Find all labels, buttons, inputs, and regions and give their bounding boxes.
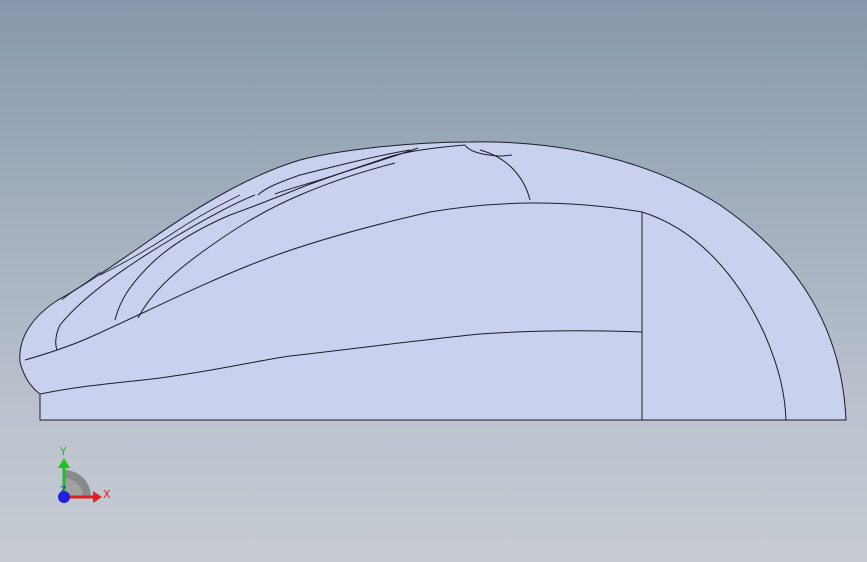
graphics-viewport[interactable]: Y X Z <box>0 0 867 562</box>
y-axis-label: Y <box>59 445 67 458</box>
x-axis-arrowhead <box>93 491 102 503</box>
x-axis-label: X <box>103 488 111 501</box>
y-axis-arrowhead <box>58 458 70 468</box>
coordinate-triad: Y X Z <box>58 445 111 503</box>
z-axis-label: Z <box>60 486 66 496</box>
